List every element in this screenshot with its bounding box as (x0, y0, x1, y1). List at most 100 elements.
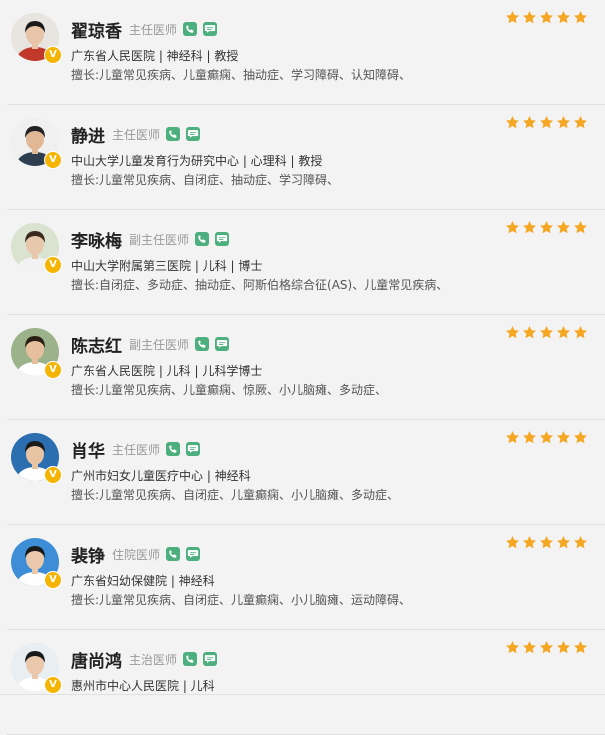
avatar[interactable]: V (11, 13, 62, 64)
doctor-card[interactable]: V 翟琼香 主任医师 广东省人民医院 | 神经科 | 教授 擅长:儿童常见疾病、儿童癫痫… (0, 0, 605, 105)
phone-icon[interactable] (166, 442, 181, 456)
star-icon (505, 325, 520, 340)
star-icon (556, 325, 571, 340)
phone-icon[interactable] (183, 22, 198, 36)
star-icon (573, 10, 588, 25)
doctor-specialty: 擅长:儿童常见疾病、自闭症、抽动症、学习障碍、 (71, 173, 340, 187)
star-icon (505, 10, 520, 25)
avatar[interactable]: V (11, 538, 62, 589)
verified-badge-icon: V (44, 466, 62, 484)
star-icon (573, 640, 588, 655)
star-icon (573, 115, 588, 130)
chat-icon[interactable] (203, 652, 218, 666)
star-icon (505, 220, 520, 235)
rating-stars (505, 535, 588, 550)
rating-stars (505, 220, 588, 235)
doctor-card[interactable]: V 唐尚鸿 主治医师惠州市中心人民医院 | 儿科 (0, 630, 605, 735)
phone-icon[interactable] (195, 337, 210, 351)
star-icon (505, 535, 520, 550)
rating-stars (505, 115, 588, 130)
chat-icon[interactable] (215, 337, 230, 351)
star-icon (573, 430, 588, 445)
doctor-hospital-info: 广东省人民医院 | 儿科 | 儿科学博士 (71, 364, 263, 378)
avatar[interactable]: V (11, 643, 62, 694)
star-icon (505, 640, 520, 655)
verified-badge-icon: V (44, 361, 62, 379)
rating-stars (505, 10, 588, 25)
doctor-hospital-info: 中山大学儿童发育行为研究中心 | 心理科 | 教授 (71, 154, 323, 168)
star-icon (556, 10, 571, 25)
doctor-card[interactable]: V 肖华 主任医师广州市妇女儿童医疗中心 | 神经科擅长:儿童常见疾病、自闭症、儿童… (0, 420, 605, 525)
doctor-hospital-info: 惠州市中心人民医院 | 儿科 (71, 679, 215, 693)
star-icon (556, 640, 571, 655)
doctor-specialty: 擅长:自闭症、多动症、抽动症、阿斯伯格综合征(AS)、儿童常见疾病、 (71, 278, 449, 292)
star-icon (539, 220, 554, 235)
doctor-hospital-info: 广州市妇女儿童医疗中心 | 神经科 (71, 469, 251, 483)
star-icon (539, 115, 554, 130)
rating-stars (505, 640, 588, 655)
phone-icon[interactable] (166, 127, 181, 141)
verified-badge-icon: V (44, 256, 62, 274)
doctor-title: 主治医师 (129, 652, 178, 667)
star-icon (539, 640, 554, 655)
doctor-specialty: 擅长:儿童常见疾病、儿童癫痫、抽动症、学习障碍、认知障碍、 (71, 68, 412, 82)
doctor-title: 副主任医师 (129, 232, 190, 247)
doctor-title: 住院医师 (112, 547, 161, 562)
star-icon (539, 535, 554, 550)
star-icon (522, 10, 537, 25)
doctor-name[interactable]: 肖华 (71, 437, 105, 462)
doctor-name[interactable]: 裴铮 (71, 542, 105, 567)
doctor-card[interactable]: V 陈志红 副主任医师广东省人民医院 | 儿科 | 儿科学博士擅长:儿童常见疾病、儿… (0, 315, 605, 420)
star-icon (522, 115, 537, 130)
chat-icon[interactable] (186, 547, 201, 561)
doctor-hospital-info: 广东省妇幼保健院 | 神经科 (71, 574, 215, 588)
star-icon (539, 10, 554, 25)
star-icon (505, 430, 520, 445)
star-icon (556, 220, 571, 235)
verified-badge-icon: V (44, 46, 62, 64)
phone-icon[interactable] (195, 232, 210, 246)
phone-icon[interactable] (183, 652, 198, 666)
rating-stars (505, 325, 588, 340)
doctor-title: 副主任医师 (129, 337, 190, 352)
doctor-specialty: 擅长:儿童常见疾病、自闭症、儿童癫痫、小儿脑瘫、多动症、 (71, 488, 400, 502)
bottom-strip (0, 694, 605, 701)
star-icon (556, 430, 571, 445)
verified-badge-icon: V (44, 571, 62, 589)
star-icon (539, 325, 554, 340)
doctor-card[interactable]: V 静进 主任医师 中山大学儿童发育行为研究中心 | 心理科 | 教授 擅长:儿童常见疾… (0, 105, 605, 210)
star-icon (556, 115, 571, 130)
star-icon (522, 220, 537, 235)
chat-icon[interactable] (186, 442, 201, 456)
star-icon (539, 430, 554, 445)
doctor-hospital-info: 广东省人民医院 | 神经科 | 教授 (71, 49, 239, 63)
avatar[interactable]: V (11, 328, 62, 379)
avatar[interactable]: V (11, 433, 62, 484)
doctor-name[interactable]: 翟琼香 (71, 17, 122, 42)
doctor-name[interactable]: 唐尚鸿 (71, 647, 122, 672)
star-icon (573, 535, 588, 550)
doctor-list: V 翟琼香主任医师 广东省人民医院 | 神经科 | 教授擅长:儿童常见疾病、儿童癫痫… (0, 0, 605, 735)
verified-badge-icon: V (44, 151, 62, 169)
doctor-title: 主任医师 (112, 442, 161, 457)
chat-icon[interactable] (215, 232, 230, 246)
doctor-name[interactable]: 静进 (71, 122, 105, 147)
avatar[interactable]: V (11, 118, 62, 169)
star-icon (573, 220, 588, 235)
chat-icon[interactable] (186, 127, 201, 141)
doctor-name[interactable]: 陈志红 (71, 332, 122, 357)
doctor-hospital-info: 中山大学附属第三医院 | 儿科 | 博士 (71, 259, 263, 273)
doctor-specialty: 擅长:儿童常见疾病、自闭症、儿童癫痫、小儿脑瘫、运动障碍、 (71, 593, 412, 607)
avatar[interactable]: V (11, 223, 62, 274)
doctor-card[interactable]: V 李咏梅 副主任医师中山大学附属第三医院 | 儿科 | 博士擅长:自闭症、多动症、… (0, 210, 605, 315)
doctor-card[interactable]: V 裴铮 住院医师广东省妇幼保健院 | 神经科擅长:儿童常见疾病、自闭症、儿童癫痫、… (0, 525, 605, 630)
doctor-specialty: 擅长:儿童常见疾病、儿童癫痫、惊厥、小儿脑瘫、多动症、 (71, 383, 388, 397)
star-icon (522, 535, 537, 550)
doctor-name[interactable]: 李咏梅 (71, 227, 122, 252)
chat-icon[interactable] (203, 22, 218, 36)
phone-icon[interactable] (166, 547, 181, 561)
verified-badge-icon: V (44, 676, 62, 694)
star-icon (522, 430, 537, 445)
star-icon (556, 535, 571, 550)
star-icon (522, 640, 537, 655)
